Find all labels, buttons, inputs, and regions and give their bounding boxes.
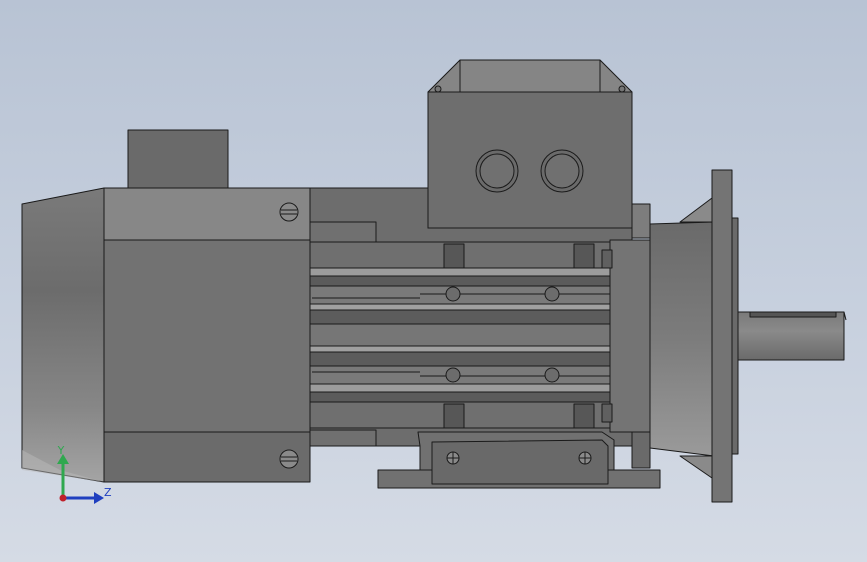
screw-foot-right	[578, 451, 592, 465]
cable-gland-left	[475, 149, 519, 193]
cable-gland-right	[540, 149, 584, 193]
motor-model: Y Z	[21, 59, 847, 504]
top-accessory-block	[127, 129, 229, 191]
x-axis-origin	[59, 494, 67, 502]
terminal-box	[427, 59, 633, 229]
drive-end-shield	[601, 203, 657, 469]
screw-bottom-left	[279, 449, 299, 469]
y-axis-label: Y	[57, 444, 65, 457]
screw-foot-left	[446, 451, 460, 465]
mounting-flange	[711, 169, 739, 503]
frame-left-section	[103, 187, 311, 483]
cooling-fins	[309, 241, 613, 429]
z-axis-label: Z	[104, 486, 112, 499]
screw-top-left	[279, 202, 299, 222]
output-shaft	[737, 311, 847, 361]
fan-cover	[21, 187, 105, 483]
flange-hub	[649, 221, 715, 457]
model-viewport[interactable]: Y Z	[0, 0, 867, 562]
